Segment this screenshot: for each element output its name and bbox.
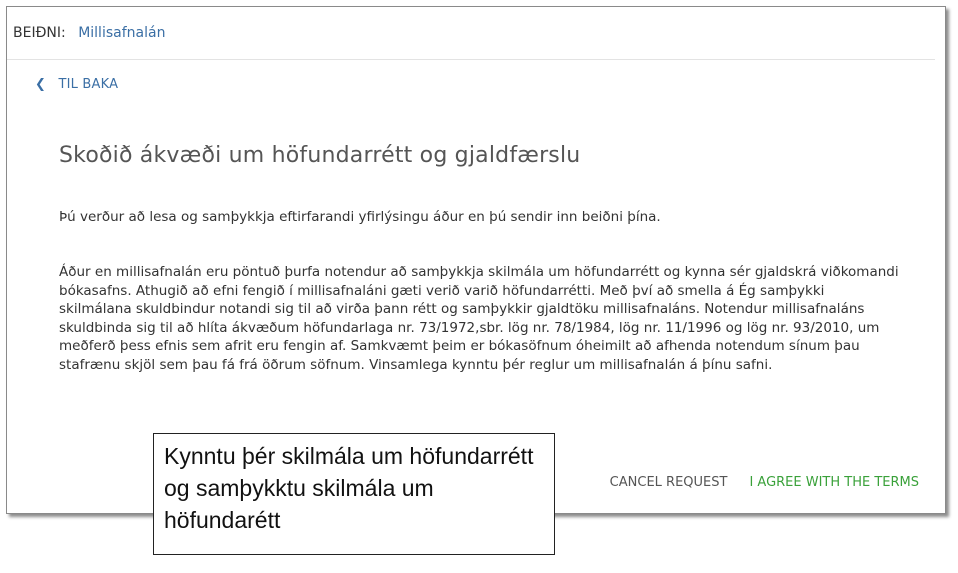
request-header: BEIÐNI: Millisafnalán bbox=[7, 7, 945, 59]
request-label: BEIÐNI: bbox=[13, 25, 66, 41]
action-bar: CANCEL REQUEST I AGREE WITH THE TERMS bbox=[610, 475, 919, 490]
terms-text: Áður en millisafnalán eru pöntuð þurfa n… bbox=[59, 264, 899, 373]
agree-terms-button[interactable]: I AGREE WITH THE TERMS bbox=[749, 475, 919, 490]
cancel-request-button[interactable]: CANCEL REQUEST bbox=[610, 475, 728, 490]
chevron-left-icon: ❮ bbox=[35, 77, 47, 92]
intro-text: Þú verður að lesa og samþykkja eftirfara… bbox=[59, 209, 661, 225]
header-divider bbox=[7, 59, 935, 60]
back-link[interactable]: ❮ TIL BAKA bbox=[35, 77, 118, 92]
instruction-callout: Kynntu þér skilmála um höfundarrétt og s… bbox=[153, 433, 555, 555]
page-title: Skoðið ákvæði um höfundarrétt og gjaldfæ… bbox=[59, 143, 581, 168]
back-link-label: TIL BAKA bbox=[58, 77, 119, 92]
request-type-link[interactable]: Millisafnalán bbox=[78, 25, 165, 41]
